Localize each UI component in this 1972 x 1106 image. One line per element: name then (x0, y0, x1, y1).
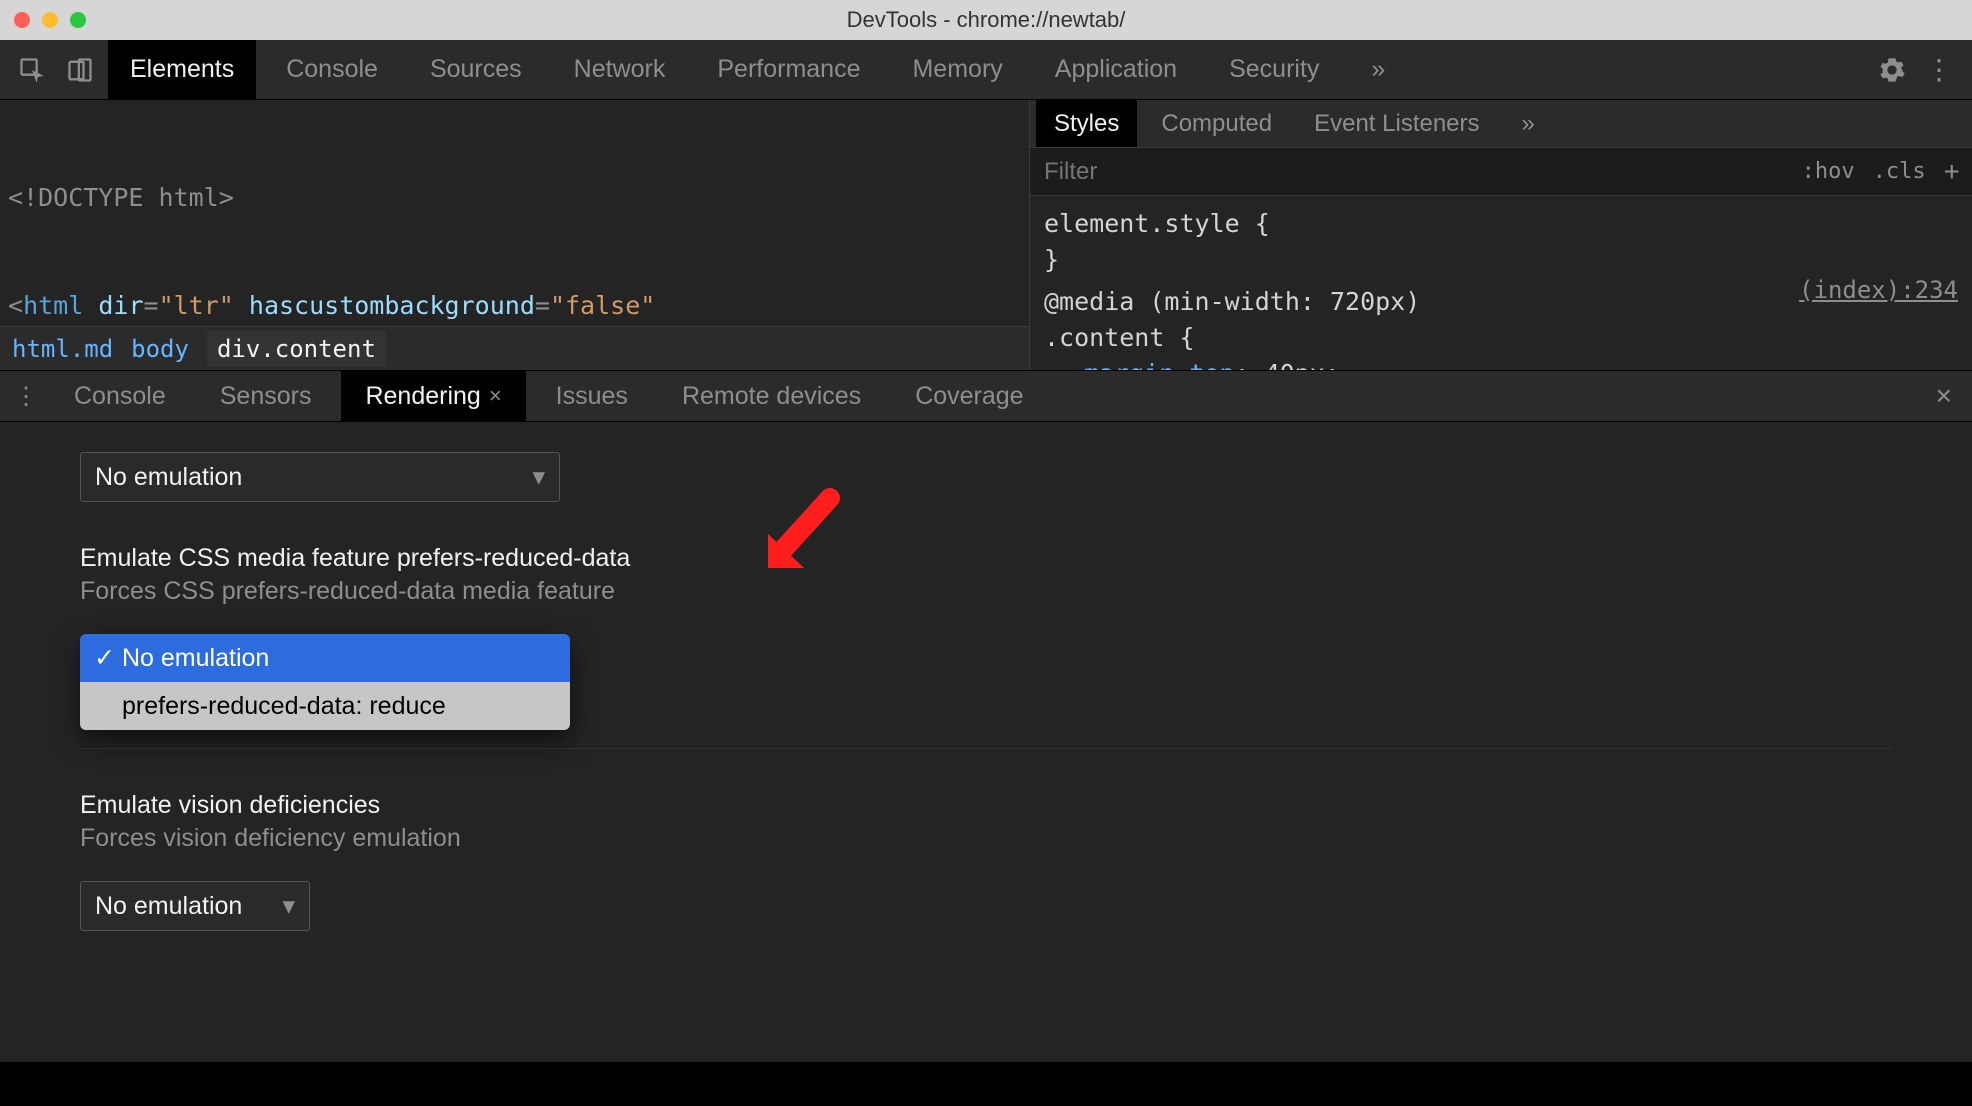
chevron-down-icon: ▾ (282, 891, 295, 921)
main-menu-kebab-icon[interactable]: ⋮ (1920, 50, 1960, 90)
annotation-arrow-icon (760, 488, 840, 585)
tab-performance[interactable]: Performance (695, 40, 882, 99)
tab-sources[interactable]: Sources (408, 40, 544, 99)
rendering-panel: No emulation ▾ Emulate CSS media feature… (0, 422, 1972, 1062)
drawer-tab-sensors[interactable]: Sensors (196, 371, 336, 421)
tab-styles[interactable]: Styles (1036, 100, 1137, 147)
dom-doctype: <!DOCTYPE html> (8, 180, 234, 216)
drawer-tab-rendering[interactable]: Rendering × (341, 371, 525, 421)
prefers-reduced-data-desc: Forces CSS prefers-reduced-data media fe… (80, 577, 1892, 606)
inspect-element-icon[interactable] (12, 50, 52, 90)
device-toolbar-icon[interactable] (60, 50, 100, 90)
new-style-rule-icon[interactable]: + (1944, 156, 1960, 188)
close-tab-icon[interactable]: × (489, 383, 502, 409)
select-value: No emulation (95, 463, 242, 492)
drawer-tab-coverage[interactable]: Coverage (891, 371, 1047, 421)
tab-security[interactable]: Security (1207, 40, 1341, 99)
rule-source-link[interactable]: (index):234 (1799, 272, 1958, 308)
tab-computed[interactable]: Computed (1143, 100, 1290, 147)
chevron-down-icon: ▾ (532, 462, 545, 492)
tab-network[interactable]: Network (552, 40, 688, 99)
window-title: DevTools - chrome://newtab/ (0, 7, 1972, 33)
selector-content: .content { (1044, 320, 1958, 356)
styles-filter-input[interactable] (1042, 157, 1784, 187)
cls-toggle[interactable]: .cls (1873, 159, 1926, 184)
elements-panel: <!DOCTYPE html> <html dir="ltr" hascusto… (0, 100, 1030, 370)
breadcrumb: html.md body div.content (0, 326, 1029, 370)
check-icon: ✓ (94, 643, 114, 673)
vision-deficiency-select[interactable]: No emulation ▾ (80, 881, 310, 931)
main-tabstrip: Elements Console Sources Network Perform… (0, 40, 1972, 100)
breadcrumb-html[interactable]: html.md (12, 335, 113, 363)
vision-deficiencies-desc: Forces vision deficiency emulation (80, 824, 1892, 853)
tab-overflow[interactable]: » (1349, 40, 1407, 99)
drawer-tabstrip: ⋮ Console Sensors Rendering × Issues Rem… (0, 370, 1972, 422)
vision-deficiencies-title: Emulate vision deficiencies (80, 791, 1892, 820)
option-prefers-reduced-data-reduce[interactable]: prefers-reduced-data: reduce (80, 682, 570, 730)
tab-styles-overflow[interactable]: » (1504, 100, 1553, 147)
drawer-tab-console[interactable]: Console (50, 371, 190, 421)
element-style-open: element.style { (1044, 206, 1958, 242)
window-titlebar: DevTools - chrome://newtab/ (0, 0, 1972, 40)
select-value: No emulation (95, 892, 242, 921)
prefers-reduced-data-dropdown[interactable]: ✓ No emulation prefers-reduced-data: red… (80, 634, 570, 730)
tab-memory[interactable]: Memory (890, 40, 1024, 99)
divider (80, 748, 1892, 749)
styles-panel: Styles Computed Event Listeners » :hov .… (1030, 100, 1972, 370)
styles-filterbar: :hov .cls + (1030, 148, 1972, 196)
settings-gear-icon[interactable] (1872, 50, 1912, 90)
prop-margin-top[interactable]: margin-top: 40px; (1044, 356, 1958, 370)
option-no-emulation[interactable]: ✓ No emulation (80, 634, 570, 682)
tab-application[interactable]: Application (1033, 40, 1199, 99)
hov-toggle[interactable]: :hov (1802, 159, 1855, 184)
prefers-reduced-data-title: Emulate CSS media feature prefers-reduce… (80, 544, 1892, 573)
drawer-tab-remote-devices[interactable]: Remote devices (658, 371, 885, 421)
drawer-menu-kebab-icon[interactable]: ⋮ (8, 382, 44, 411)
dom-html-tag[interactable]: <html dir="ltr" hascustombackground="fal… (8, 288, 655, 324)
tab-elements[interactable]: Elements (108, 40, 256, 99)
breadcrumb-div[interactable]: div.content (207, 331, 386, 367)
styles-rules[interactable]: element.style { } @media (min-width: 720… (1030, 196, 1972, 370)
emulate-media-select[interactable]: No emulation ▾ (80, 452, 560, 502)
breadcrumb-body[interactable]: body (131, 335, 189, 363)
dom-tree[interactable]: <!DOCTYPE html> <html dir="ltr" hascusto… (0, 100, 1029, 326)
drawer-tab-issues[interactable]: Issues (532, 371, 652, 421)
tab-console[interactable]: Console (264, 40, 400, 99)
tab-event-listeners[interactable]: Event Listeners (1296, 100, 1497, 147)
drawer-close-icon[interactable]: × (1924, 380, 1964, 412)
styles-tabstrip: Styles Computed Event Listeners » (1030, 100, 1972, 148)
